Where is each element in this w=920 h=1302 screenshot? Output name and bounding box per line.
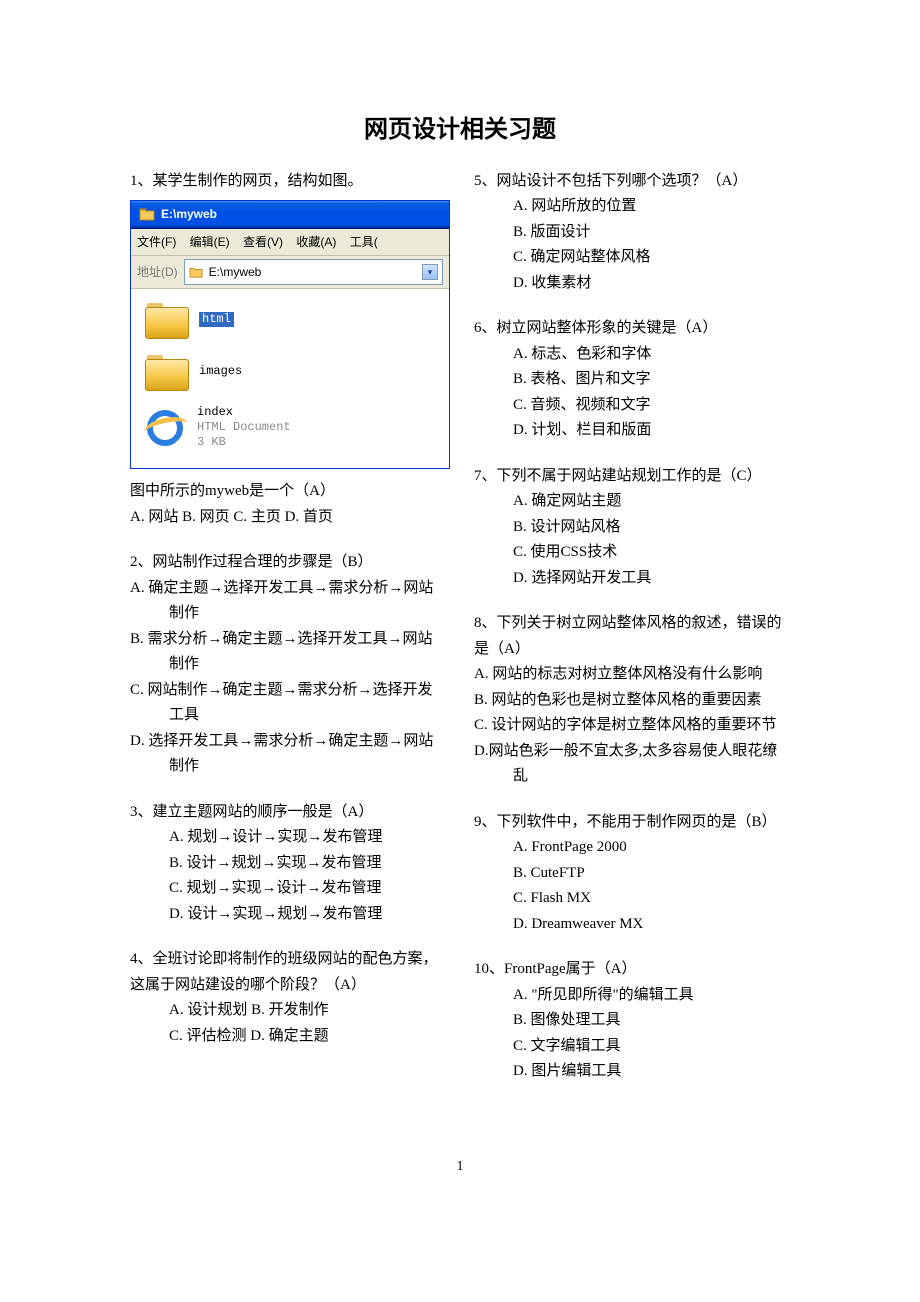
q5-opt-c: C. 确定网站整体风格 xyxy=(513,245,790,271)
q8-opt-c: C. 设计网站的字体是树立整体风格的重要环节 xyxy=(513,713,790,739)
menu-fav: 收藏(A) xyxy=(296,235,336,249)
q10-prompt: 10、FrontPage属于（A） xyxy=(474,957,790,983)
menu-file: 文件(F) xyxy=(137,235,176,249)
q7-opt-d: D. 选择网站开发工具 xyxy=(513,566,790,592)
question-1: 1、某学生制作的网页，结构如图。 E:\myweb 文件(F) 编辑(E) 查看… xyxy=(130,169,446,531)
q4-prompt: 4、全班讨论即将制作的班级网站的配色方案，这属于网站建设的哪个阶段？（A） xyxy=(130,947,446,998)
q6-opt-d: D. 计划、栏目和版面 xyxy=(513,418,790,444)
menu-view: 查看(V) xyxy=(243,235,283,249)
q9-opt-b: B. CuteFTP xyxy=(513,861,790,887)
q10-options: A. "所见即所得"的编辑工具 B. 图像处理工具 C. 文字编辑工具 D. 图… xyxy=(474,983,790,1085)
page-number: 1 xyxy=(130,1155,790,1179)
address-label: 地址(D) xyxy=(137,262,178,282)
q7-options: A. 确定网站主题 B. 设计网站风格 C. 使用CSS技术 D. 选择网站开发… xyxy=(474,489,790,591)
q3-prompt: 3、建立主题网站的顺序一般是（A） xyxy=(130,800,446,826)
q10-opt-d: D. 图片编辑工具 xyxy=(513,1059,790,1085)
q9-opt-c: C. Flash MX xyxy=(513,886,790,912)
menu-tools: 工具( xyxy=(350,235,378,249)
q5-opt-b: B. 版面设计 xyxy=(513,220,790,246)
q2-opt-a: A. 确定主题→选择开发工具→需求分析→网站制作 xyxy=(169,576,446,627)
q6-prompt: 6、树立网站整体形象的关键是（A） xyxy=(474,316,790,342)
q2-options: A. 确定主题→选择开发工具→需求分析→网站制作 B. 需求分析→确定主题→选择… xyxy=(130,576,446,780)
q5-opt-a: A. 网站所放的位置 xyxy=(513,194,790,220)
q2-opt-c: C. 网站制作→确定主题→需求分析→选择开发工具 xyxy=(169,678,446,729)
question-3: 3、建立主题网站的顺序一般是（A） A. 规划→设计→实现→发布管理 B. 设计… xyxy=(130,800,446,928)
xp-body: html images index HTML Document 3 K xyxy=(131,289,449,468)
ie-icon xyxy=(145,408,185,448)
question-4: 4、全班讨论即将制作的班级网站的配色方案，这属于网站建设的哪个阶段？（A） A.… xyxy=(130,947,446,1049)
q8-opt-b: B. 网站的色彩也是树立整体风格的重要因素 xyxy=(513,688,790,714)
question-5: 5、网站设计不包括下列哪个选项？（A） A. 网站所放的位置 B. 版面设计 C… xyxy=(474,169,790,297)
q10-opt-a: A. "所见即所得"的编辑工具 xyxy=(513,983,790,1009)
address-field: E:\myweb ▾ xyxy=(184,259,443,285)
content-columns: 1、某学生制作的网页，结构如图。 E:\myweb 文件(F) 编辑(E) 查看… xyxy=(130,169,790,1105)
q6-opt-b: B. 表格、图片和文字 xyxy=(513,367,790,393)
q9-opt-a: A. FrontPage 2000 xyxy=(513,835,790,861)
file-name: html xyxy=(199,312,234,327)
file-name: index xyxy=(197,405,291,420)
q3-opt-a: A. 规划→设计→实现→发布管理 xyxy=(169,825,446,851)
right-column: 5、网站设计不包括下列哪个选项？（A） A. 网站所放的位置 B. 版面设计 C… xyxy=(474,169,790,1105)
q2-opt-d: D. 选择开发工具→需求分析→确定主题→网站制作 xyxy=(169,729,446,780)
q8-opt-d: D.网站色彩一般不宜太多,太多容易使人眼花缭乱 xyxy=(513,739,790,790)
q10-opt-b: B. 图像处理工具 xyxy=(513,1008,790,1034)
q9-options: A. FrontPage 2000 B. CuteFTP C. Flash MX… xyxy=(474,835,790,937)
q8-options: A. 网站的标志对树立整体风格没有什么影响 B. 网站的色彩也是树立整体风格的重… xyxy=(474,662,790,790)
address-value: E:\myweb xyxy=(209,262,262,282)
q6-opt-c: C. 音频、视频和文字 xyxy=(513,393,790,419)
xp-addressbar: 地址(D) E:\myweb ▾ xyxy=(131,256,449,289)
chevron-down-icon: ▾ xyxy=(422,264,438,280)
menu-edit: 编辑(E) xyxy=(190,235,230,249)
q7-prompt: 7、下列不属于网站建站规划工作的是（C） xyxy=(474,464,790,490)
q3-options: A. 规划→设计→实现→发布管理 B. 设计→规划→实现→发布管理 C. 规划→… xyxy=(130,825,446,927)
xp-menubar: 文件(F) 编辑(E) 查看(V) 收藏(A) 工具( xyxy=(131,229,449,256)
question-6: 6、树立网站整体形象的关键是（A） A. 标志、色彩和字体 B. 表格、图片和文… xyxy=(474,316,790,444)
q3-opt-b: B. 设计→规划→实现→发布管理 xyxy=(169,851,446,877)
q9-prompt: 9、下列软件中，不能用于制作网页的是（B） xyxy=(474,810,790,836)
q4-opt-line2: C. 评估检测 D. 确定主题 xyxy=(169,1024,446,1050)
folder-icon xyxy=(145,353,187,389)
q4-options: A. 设计规划 B. 开发制作 C. 评估检测 D. 确定主题 xyxy=(130,998,446,1049)
page-title: 网页设计相关习题 xyxy=(130,110,790,151)
xp-explorer-window: E:\myweb 文件(F) 编辑(E) 查看(V) 收藏(A) 工具( 地址(… xyxy=(130,200,450,469)
q7-opt-c: C. 使用CSS技术 xyxy=(513,540,790,566)
file-type: HTML Document xyxy=(197,420,291,435)
left-column: 1、某学生制作的网页，结构如图。 E:\myweb 文件(F) 编辑(E) 查看… xyxy=(130,169,446,1105)
q10-opt-c: C. 文字编辑工具 xyxy=(513,1034,790,1060)
q5-prompt: 5、网站设计不包括下列哪个选项？（A） xyxy=(474,169,790,195)
q1-prompt: 1、某学生制作的网页，结构如图。 xyxy=(130,169,446,195)
question-9: 9、下列软件中，不能用于制作网页的是（B） A. FrontPage 2000 … xyxy=(474,810,790,938)
q2-prompt: 2、网站制作过程合理的步骤是（B） xyxy=(130,550,446,576)
file-item-html: html xyxy=(145,301,439,337)
q7-opt-a: A. 确定网站主题 xyxy=(513,489,790,515)
q3-opt-c: C. 规划→实现→设计→发布管理 xyxy=(169,876,446,902)
file-item-index: index HTML Document 3 KB xyxy=(145,405,439,450)
q6-opt-a: A. 标志、色彩和字体 xyxy=(513,342,790,368)
file-size: 3 KB xyxy=(197,435,291,450)
q4-opt-line1: A. 设计规划 B. 开发制作 xyxy=(169,998,446,1024)
q7-opt-b: B. 设计网站风格 xyxy=(513,515,790,541)
q5-opt-d: D. 收集素材 xyxy=(513,271,790,297)
xp-title-text: E:\myweb xyxy=(161,204,217,224)
question-2: 2、网站制作过程合理的步骤是（B） A. 确定主题→选择开发工具→需求分析→网站… xyxy=(130,550,446,780)
question-7: 7、下列不属于网站建站规划工作的是（C） A. 确定网站主题 B. 设计网站风格… xyxy=(474,464,790,592)
q1-after-img: 图中所示的myweb是一个（A） xyxy=(130,479,446,505)
q1-options: A. 网站 B. 网页 C. 主页 D. 首页 xyxy=(130,505,446,531)
folder-icon xyxy=(139,207,155,221)
file-item-images: images xyxy=(145,353,439,389)
q3-opt-d: D. 设计→实现→规划→发布管理 xyxy=(169,902,446,928)
folder-icon xyxy=(145,301,187,337)
q8-prompt: 8、下列关于树立网站整体风格的叙述，错误的是（A） xyxy=(474,611,790,662)
q5-options: A. 网站所放的位置 B. 版面设计 C. 确定网站整体风格 D. 收集素材 xyxy=(474,194,790,296)
xp-titlebar: E:\myweb xyxy=(131,201,449,228)
question-10: 10、FrontPage属于（A） A. "所见即所得"的编辑工具 B. 图像处… xyxy=(474,957,790,1085)
q6-options: A. 标志、色彩和字体 B. 表格、图片和文字 C. 音频、视频和文字 D. 计… xyxy=(474,342,790,444)
q9-opt-d: D. Dreamweaver MX xyxy=(513,912,790,938)
folder-icon xyxy=(189,266,203,278)
q8-opt-a: A. 网站的标志对树立整体风格没有什么影响 xyxy=(513,662,790,688)
q2-opt-b: B. 需求分析→确定主题→选择开发工具→网站制作 xyxy=(169,627,446,678)
file-name: images xyxy=(199,364,242,379)
question-8: 8、下列关于树立网站整体风格的叙述，错误的是（A） A. 网站的标志对树立整体风… xyxy=(474,611,790,790)
